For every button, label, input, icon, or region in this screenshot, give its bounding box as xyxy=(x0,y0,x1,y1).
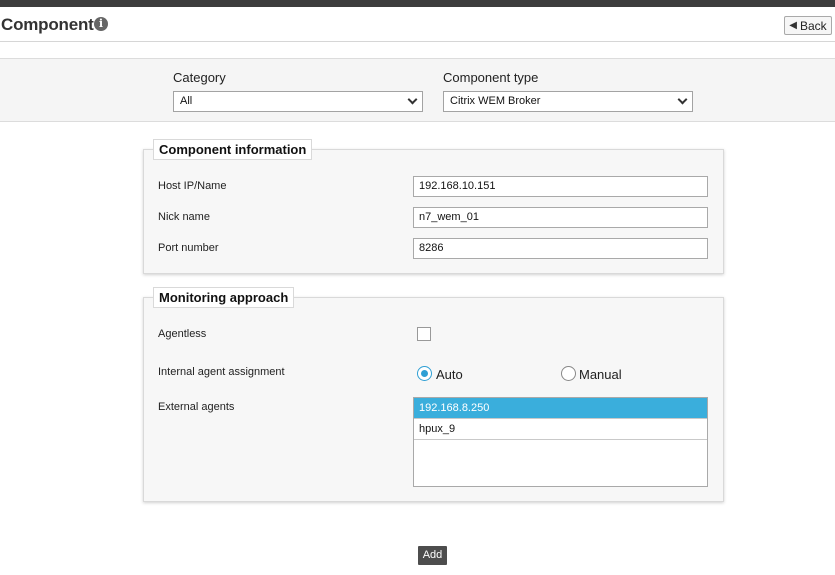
auto-radio[interactable] xyxy=(417,366,432,381)
category-label: Category xyxy=(173,70,226,85)
component-type-label: Component type xyxy=(443,70,539,85)
port-number-input[interactable]: 8286 xyxy=(413,238,708,259)
list-item[interactable]: 192.168.8.250 xyxy=(414,398,707,419)
chevron-down-icon xyxy=(677,94,688,105)
component-type-select-value: Citrix WEM Broker xyxy=(450,95,541,107)
port-number-label: Port number xyxy=(158,242,219,254)
manual-radio-label: Manual xyxy=(579,367,622,382)
nick-name-input[interactable]: n7_wem_01 xyxy=(413,207,708,228)
back-button-label: Back xyxy=(800,18,827,33)
agentless-checkbox[interactable] xyxy=(417,327,431,341)
auto-radio-label: Auto xyxy=(436,367,463,382)
nick-name-label: Nick name xyxy=(158,211,210,223)
page-title: Component xyxy=(1,15,94,34)
component-information-legend: Component information xyxy=(153,139,313,160)
page-header: Component i ◀ Back xyxy=(0,7,835,42)
list-item[interactable]: hpux_9 xyxy=(414,419,707,440)
back-button[interactable]: ◀ Back xyxy=(784,16,832,35)
chevron-down-icon xyxy=(407,94,418,105)
host-input[interactable]: 192.168.10.151 xyxy=(413,176,708,197)
external-agents-listbox[interactable]: 192.168.8.250 hpux_9 xyxy=(413,397,708,487)
add-button[interactable]: Add xyxy=(418,546,447,565)
back-arrow-icon: ◀ xyxy=(789,20,797,31)
agentless-label: Agentless xyxy=(158,328,207,340)
monitoring-approach-legend: Monitoring approach xyxy=(153,287,295,308)
component-type-select[interactable]: Citrix WEM Broker xyxy=(443,91,693,112)
category-select[interactable]: All xyxy=(173,91,423,112)
host-label: Host IP/Name xyxy=(158,180,227,192)
filter-bar: Category All Component type Citrix WEM B… xyxy=(0,58,835,122)
internal-agent-assignment-label: Internal agent assignment xyxy=(158,366,285,378)
external-agents-label: External agents xyxy=(158,401,235,413)
category-select-value: All xyxy=(180,95,193,107)
info-icon[interactable]: i xyxy=(94,17,108,31)
manual-radio[interactable] xyxy=(561,366,576,381)
top-bar xyxy=(0,0,835,7)
